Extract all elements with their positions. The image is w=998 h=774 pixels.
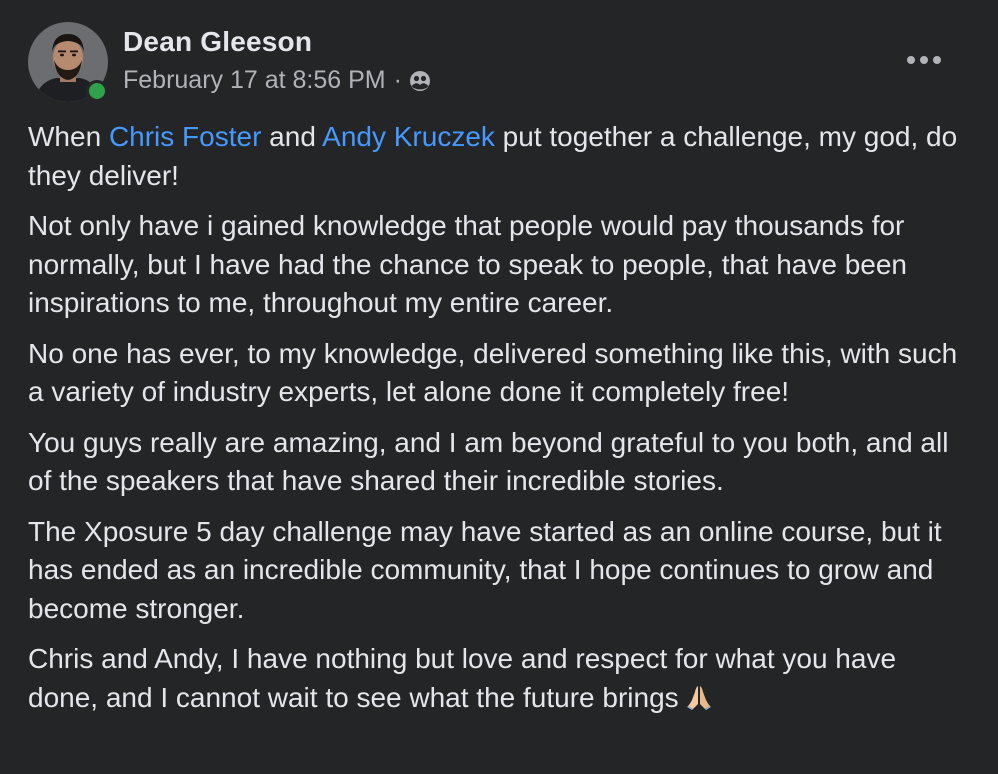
online-status-icon bbox=[86, 80, 108, 102]
mention-link[interactable]: Andy Kruczek bbox=[322, 121, 495, 152]
text-segment: When bbox=[28, 121, 109, 152]
post-paragraph: No one has ever, to my knowledge, delive… bbox=[28, 337, 958, 408]
post-meta: February 17 at 8:56 PM · bbox=[123, 66, 432, 95]
more-horizontal-icon bbox=[907, 56, 941, 64]
author-avatar[interactable] bbox=[28, 22, 108, 102]
post-body: When Chris Foster and Andy Kruczek put t… bbox=[28, 118, 958, 729]
post-timestamp[interactable]: February 17 at 8:56 PM bbox=[123, 66, 386, 95]
folded-hands-icon bbox=[686, 685, 711, 710]
post-paragraph: When Chris Foster and Andy Kruczek put t… bbox=[28, 118, 958, 195]
post-paragraph: Chris and Andy, I have nothing but love … bbox=[28, 640, 958, 717]
post-paragraph: Not only have i gained knowledge that pe… bbox=[28, 210, 907, 318]
author-name[interactable]: Dean Gleeson bbox=[123, 26, 312, 58]
friends-icon[interactable] bbox=[408, 69, 432, 93]
post-header: Dean Gleeson February 17 at 8:56 PM · bbox=[28, 22, 968, 102]
meta-separator: · bbox=[393, 66, 402, 94]
post-card: Dean Gleeson February 17 at 8:56 PM · Wh… bbox=[0, 0, 998, 774]
more-options-button[interactable] bbox=[900, 40, 948, 80]
post-paragraph: The Xposure 5 day challenge may have sta… bbox=[28, 515, 942, 624]
text-segment: Chris and Andy, I have nothing but love … bbox=[28, 643, 897, 713]
text-segment: and bbox=[261, 121, 323, 152]
mention-link[interactable]: Chris Foster bbox=[109, 121, 261, 152]
post-paragraph: You guys really are amazing, and I am be… bbox=[28, 426, 949, 497]
